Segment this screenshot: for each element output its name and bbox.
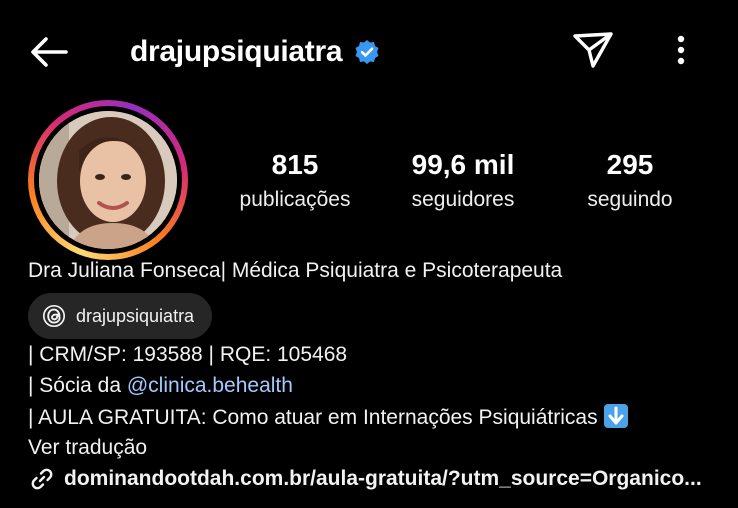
stat-value: 295	[606, 149, 654, 180]
back-button[interactable]	[28, 30, 72, 74]
threads-handle: drajupsiquiatra	[76, 305, 195, 326]
send-message-button[interactable]	[570, 28, 616, 72]
stat-value: 815	[271, 149, 319, 180]
username: drajupsiquiatra	[130, 35, 343, 68]
avatar	[39, 111, 177, 249]
profile-header: drajupsiquiatra	[0, 0, 738, 100]
bio-line-class: | AULA GRATUITA: Como atuar em Internaçõ…	[28, 404, 628, 431]
verified-badge-icon	[355, 40, 379, 64]
stat-followers[interactable]: 99,6 mil seguidores	[383, 150, 543, 212]
stat-label: seguidores	[411, 188, 515, 211]
bio-partner-prefix: | Sócia da	[28, 374, 127, 397]
stat-value: 99,6 mil	[411, 149, 515, 180]
bio-line-partner: | Sócia da @clinica.behealth	[28, 373, 293, 399]
more-options-button[interactable]	[664, 30, 698, 70]
threads-icon	[42, 304, 66, 328]
external-link[interactable]: dominandootdah.com.br/aula-gratuita/?utm…	[28, 465, 706, 493]
down-arrow-emoji-icon	[603, 404, 628, 428]
bio-line-crm: | CRM/SP: 193588 | RQE: 105468	[28, 343, 348, 366]
bio-name: Dra Juliana Fonseca| Médica Psiquiatra e…	[28, 259, 563, 282]
arrow-left-icon	[31, 37, 68, 67]
mention-link[interactable]: @clinica.behealth	[127, 374, 293, 397]
bio-class-text: | AULA GRATUITA: Como atuar em Internaçõ…	[28, 406, 598, 429]
stat-label: publicações	[239, 188, 351, 211]
story-ring[interactable]	[28, 100, 188, 260]
stat-posts[interactable]: 815 publicações	[215, 150, 375, 212]
paper-plane-icon	[573, 32, 613, 68]
threads-profile-chip[interactable]: drajupsiquiatra	[28, 293, 213, 339]
username-title: drajupsiquiatra	[130, 30, 380, 74]
more-vertical-icon	[677, 35, 685, 65]
stat-label: seguindo	[587, 188, 673, 211]
stat-following[interactable]: 295 seguindo	[550, 150, 710, 212]
external-link-url: dominandootdah.com.br/aula-gratuita/?utm…	[64, 467, 702, 490]
link-icon	[31, 468, 53, 490]
see-translation-link[interactable]: Ver tradução	[28, 436, 147, 460]
avatar-photo	[39, 111, 177, 249]
